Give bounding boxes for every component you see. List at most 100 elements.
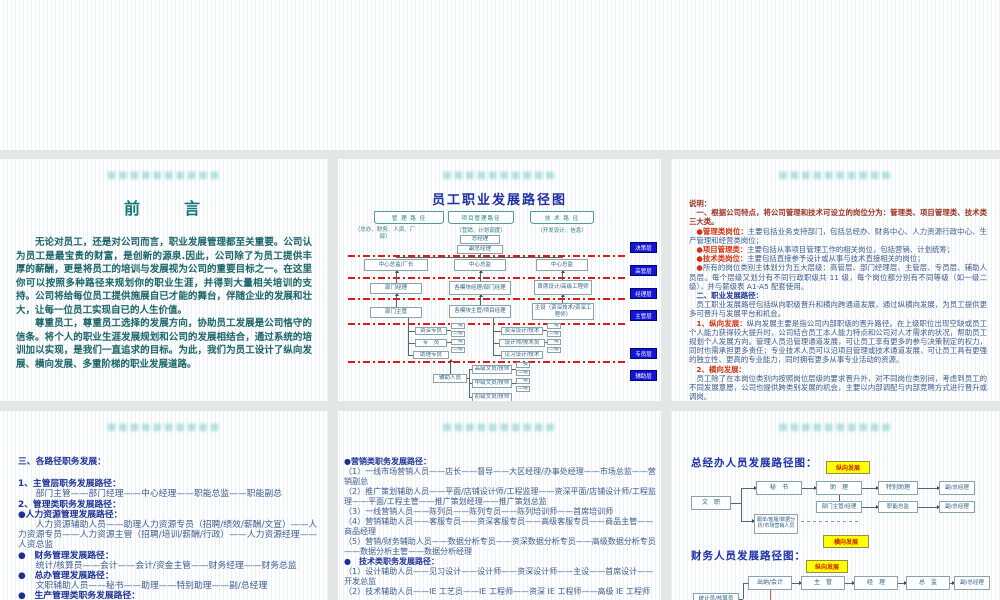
text-segment: （3）一线营销人员——陈列员——陈列专员——陈列培训师——首席培训师 xyxy=(344,507,613,516)
slide-thumbnail-2[interactable]: ■■■■■■■■■■ 员工职业发展路径图 管 理 路 径项目管理路径技 术 路 … xyxy=(338,159,661,401)
flow-node: 职能总监 xyxy=(878,501,918,513)
flow-node: 设计师/技术员 xyxy=(499,339,545,347)
connector-line xyxy=(731,503,741,504)
connector-line xyxy=(792,583,801,584)
company-watermark: ■■■■■■■■■■ xyxy=(0,170,328,181)
flow-node: 部门经理 xyxy=(370,283,422,294)
flow-node: 各模块主管/项目经理 xyxy=(449,305,511,318)
text-line: 1、主管层职务发展路径： xyxy=(18,479,318,489)
connector-line xyxy=(801,521,859,522)
flow-node: 出纳/会计 xyxy=(748,576,792,590)
level-badge: 经理层 xyxy=(630,288,657,299)
gutter-vertical-1 xyxy=(328,150,338,600)
text-segment: ● 总办管理发展路径： xyxy=(18,571,114,581)
text-segment: 2、横向发展： xyxy=(696,365,746,374)
slide-thumbnail-3[interactable]: ■■■■■■■■■■ 说明：一、根据公司特点，将公司管理和技术可设立的岗位分为：… xyxy=(671,159,1000,401)
flow-node: 统计员/核算员 xyxy=(693,593,739,600)
connector-line xyxy=(494,331,501,332)
text-segment: 二、职业发展路径： xyxy=(696,291,763,300)
flow-node: 各模块经理/部门经理 xyxy=(449,281,511,295)
flow-node: 二级 xyxy=(451,347,465,353)
slide-thumbnail-1[interactable]: ■■■■■■■■■■ 前 言 无论对员工，还是对公司而言，职业发展管理都至关重要… xyxy=(0,159,328,401)
flow-node: 总经理 xyxy=(460,235,500,244)
text-segment: ●人力资源管理发展路径： xyxy=(18,510,122,520)
text-segment: （1）一线市场营销人员——店长——督导——大区经理/办事处经理——市场总监——营… xyxy=(344,467,656,486)
text-line: （3）一线营销人员——陈列员——陈列专员——陈列培训师——首席培训师 xyxy=(344,507,656,517)
flow-node: 文 职 xyxy=(691,496,731,510)
slide1-paragraph-2: 尊重员工，尊重员工选择的发展方向，协助员工发展是公司恪守的信条。将个人的职业生涯… xyxy=(16,317,312,371)
flow-node: 一级 xyxy=(451,339,465,345)
text-line: 2、横向发展： xyxy=(689,365,987,374)
connector-line xyxy=(494,355,501,356)
text-line: ● 生产管理类职务发展路径： xyxy=(18,591,318,600)
flow-node: 初级文员/技师 xyxy=(472,393,512,401)
development-path-flowchart: 文 职秘 书助 理特别助理副/总经理部门主管/经理职能总监副/总经理跟单/客服/… xyxy=(671,411,1000,600)
flow-node: 副/总经理 xyxy=(939,481,975,495)
slide-thumbnail-5[interactable]: ■■■■■■■■■■ ●营销类职务发展路径：（1）一线市场营销人员——店长——督… xyxy=(338,411,661,600)
text-line: 员工职业发展路径包括纵向职级晋升和横向跨通道发展，通过纵横向发展，为员工提供更多… xyxy=(689,300,987,318)
flow-node: 一级 xyxy=(516,362,530,368)
flow-node: 专 员 xyxy=(415,339,447,347)
text-segment: 文职辅助人员——秘书——助理——特别助理——副/总经理 xyxy=(36,581,268,591)
flow-node: 二级 xyxy=(516,370,530,376)
flow-node: 辅助人员 xyxy=(433,374,467,383)
text-line: 2、管理类职务发展路径： xyxy=(18,500,318,510)
flow-node: 二级 xyxy=(451,331,465,337)
text-segment: 员工除了在本岗位类别内按照岗位层级的要求晋升外，对不同岗位类别间，考虑到员工的不… xyxy=(689,374,987,401)
connector-line xyxy=(802,488,816,489)
flow-node: 中心总监 xyxy=(536,259,588,271)
flow-node: 中级文员/技师 xyxy=(472,379,512,388)
text-segment: 1、主管层职务发展路径： xyxy=(18,479,121,489)
flow-node: 高级文员/技师 xyxy=(472,365,512,374)
flow-node: 部门主管/经理 xyxy=(816,501,862,513)
text-line: 1、纵向发展：纵向发展主要是指公司内部职级的晋升路径。在上级职位出现空缺或员工个… xyxy=(689,319,987,365)
text-line: 部门主管——部门经理——中心经理——职能总监——职能副总 xyxy=(18,489,318,499)
gutter-top xyxy=(0,150,1000,159)
text-line: ● 总办管理发展路径： xyxy=(18,571,318,581)
text-line: ●所有的岗位类别主体划分为五大层级：高管层、部门经理层、主管层、专员层、辅助人员… xyxy=(689,263,987,291)
text-segment: 所有的岗位类别主体划分为五大层级：高管层、部门经理层、主管层、专员层、辅助人员层… xyxy=(689,263,987,290)
path-banner: 项目管理路径 xyxy=(448,211,514,224)
slide-thumbnail-6[interactable]: ■■■■■■■■■■ 总经办人员发展路径图： 财务人员发展路径图： 文 职秘 书… xyxy=(671,411,1000,600)
text-segment: 说明： xyxy=(689,199,711,208)
text-segment: 1、纵向发展： xyxy=(696,319,746,328)
text-segment: （2）推广策划辅助人员——平面/店铺设计师/工程监理——资深平面/店铺设计师/工… xyxy=(344,487,656,506)
text-segment: （1）设计辅助人员——见习设计——设计师——资深设计师——主设——首席设计——开… xyxy=(344,567,653,586)
text-segment: 一、根据公司特点，将公司管理和技术可设立的岗位分为：管理类、项目管理类、技术类三… xyxy=(689,208,987,226)
slide5-body: ●营销类职务发展路径：（1）一线市场营销人员——店长——督导——大区经理/办事处… xyxy=(344,457,656,597)
text-line: 二、职业发展路径： xyxy=(689,291,987,300)
level-badge: 主管层 xyxy=(630,310,657,321)
text-segment: 统计/核算员——会计——会计/资金主管——财务经理——财务总监 xyxy=(36,561,297,571)
slide-thumbnail-4[interactable]: ■■■■■■■■■■ 三、各路径职务发展：1、主管层职务发展路径：部门主管——部… xyxy=(0,411,328,600)
text-segment: 主要包括直接参予设计或从事与技术直接相关的岗位； xyxy=(747,254,924,263)
text-line: ●项目管理类：主要包括从事项目管理工作的相关岗位，包括营销、计划统筹； xyxy=(689,245,987,254)
text-segment: （4）营销辅助人员——客服专员——资深客服专员——高级客服专员——商品主管——商… xyxy=(344,517,653,536)
direction-badge: 横向发展 xyxy=(823,535,869,548)
text-segment: 部门主管——部门经理——中心经理——职能总监——职能副总 xyxy=(36,489,282,499)
connector-line xyxy=(862,507,878,508)
text-segment: ●项目管理类： xyxy=(696,245,747,254)
connector-line xyxy=(862,488,878,489)
connector-line xyxy=(741,488,742,522)
text-line: （2）推广策划辅助人员——平面/店铺设计师/工程监理——资深平面/店铺设计师/工… xyxy=(344,487,656,507)
text-segment: ●管理类岗位： xyxy=(696,227,747,236)
company-watermark: ■■■■■■■■■■ xyxy=(338,422,661,433)
text-segment: 2、管理类职务发展路径： xyxy=(18,500,121,510)
direction-badge: 纵向发展 xyxy=(826,461,870,474)
text-segment: ● 技术类职务发展路径： xyxy=(344,557,439,566)
text-segment: 员工职业发展路径包括纵向职级晋升和横向跨通道发展，通过纵横向发展，为员工提供更多… xyxy=(689,300,987,318)
connector-line xyxy=(770,590,771,600)
connector-line xyxy=(741,521,754,522)
flow-node: 见习设计/技术 xyxy=(501,351,543,359)
gutter-middle xyxy=(0,401,1000,411)
text-line: （1）一线市场营销人员——店长——督导——大区经理/办事处经理——市场总监——营… xyxy=(344,467,656,487)
text-line: （5）营销/财务辅助人员——数据分析专员——资深数据分析专员——高级数据分析专员… xyxy=(344,537,656,557)
flow-node: 一级 xyxy=(451,323,465,329)
connector-line xyxy=(450,360,451,374)
slide1-title: 前 言 xyxy=(0,195,328,219)
text-line: ● 财务管理发展路径： xyxy=(18,551,318,561)
flow-node: 秘 书 xyxy=(756,481,802,495)
text-line: ●管理类岗位：主要包括业务支持部门，包括总经办、财务中心、人力资源行政中心、生产… xyxy=(689,227,987,245)
flow-node: 二级 xyxy=(516,386,530,392)
gutter-vertical-2 xyxy=(661,150,671,600)
